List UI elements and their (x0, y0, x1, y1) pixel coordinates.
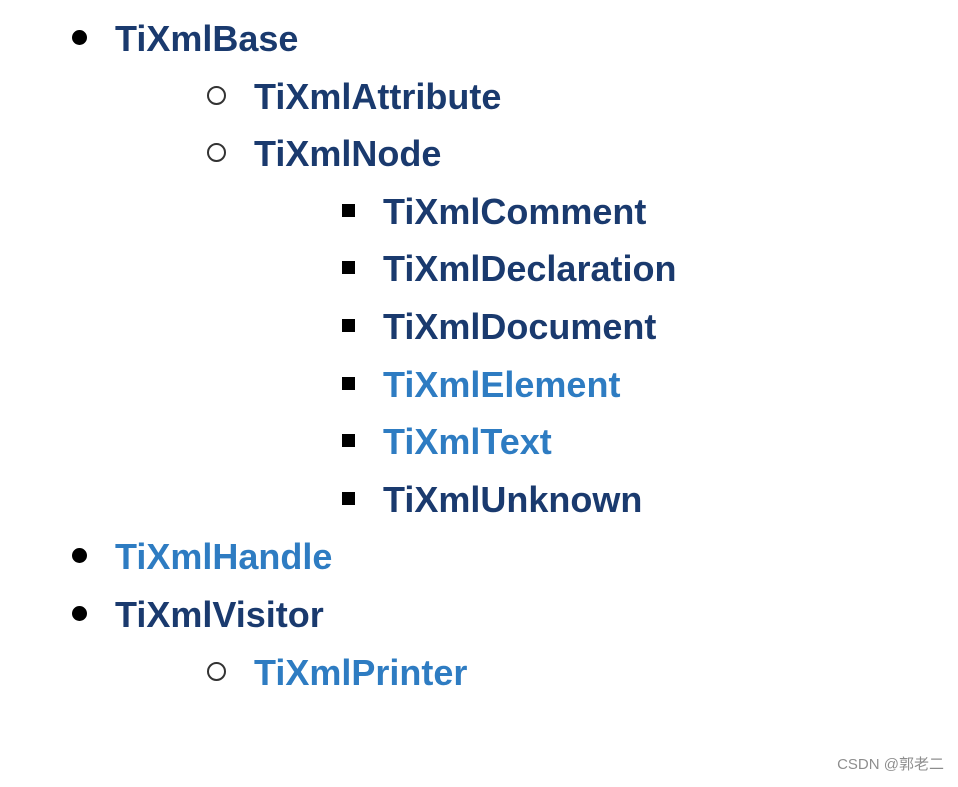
class-link-tixmlcomment[interactable]: TiXmlComment (383, 191, 646, 232)
list-item: TiXmlNode TiXmlComment TiXmlDeclaration … (72, 125, 938, 528)
class-link-tixmldocument[interactable]: TiXmlDocument (383, 306, 656, 347)
class-link-tixmlbase[interactable]: TiXmlBase (115, 18, 298, 59)
list-item: TiXmlHandle (20, 528, 938, 586)
sublist: TiXmlPrinter (72, 644, 938, 702)
class-link-tixmlelement[interactable]: TiXmlElement (383, 364, 620, 405)
list-item: TiXmlComment (207, 183, 938, 241)
list-item: TiXmlDocument (207, 298, 938, 356)
class-link-tixmlnode[interactable]: TiXmlNode (254, 133, 441, 174)
class-link-tixmltext[interactable]: TiXmlText (383, 421, 552, 462)
list-item: TiXmlDeclaration (207, 240, 938, 298)
list-item: TiXmlElement (207, 356, 938, 414)
watermark: CSDN @郭老二 (837, 753, 944, 777)
class-hierarchy-list: TiXmlBase TiXmlAttribute TiXmlNode TiXml… (20, 10, 938, 701)
class-link-tixmlattribute[interactable]: TiXmlAttribute (254, 76, 501, 117)
sublist: TiXmlAttribute TiXmlNode TiXmlComment Ti… (72, 68, 938, 529)
list-item: TiXmlBase TiXmlAttribute TiXmlNode TiXml… (20, 10, 938, 528)
class-link-tixmlprinter[interactable]: TiXmlPrinter (254, 652, 467, 693)
class-link-tixmlhandle[interactable]: TiXmlHandle (115, 536, 332, 577)
class-link-tixmldeclaration[interactable]: TiXmlDeclaration (383, 248, 676, 289)
list-item: TiXmlAttribute (72, 68, 938, 126)
list-item: TiXmlText (207, 413, 938, 471)
class-link-tixmlvisitor[interactable]: TiXmlVisitor (115, 594, 324, 635)
class-link-tixmlunknown[interactable]: TiXmlUnknown (383, 479, 642, 520)
list-item: TiXmlVisitor TiXmlPrinter (20, 586, 938, 701)
sublist: TiXmlComment TiXmlDeclaration TiXmlDocum… (207, 183, 938, 529)
list-item: TiXmlPrinter (72, 644, 938, 702)
list-item: TiXmlUnknown (207, 471, 938, 529)
